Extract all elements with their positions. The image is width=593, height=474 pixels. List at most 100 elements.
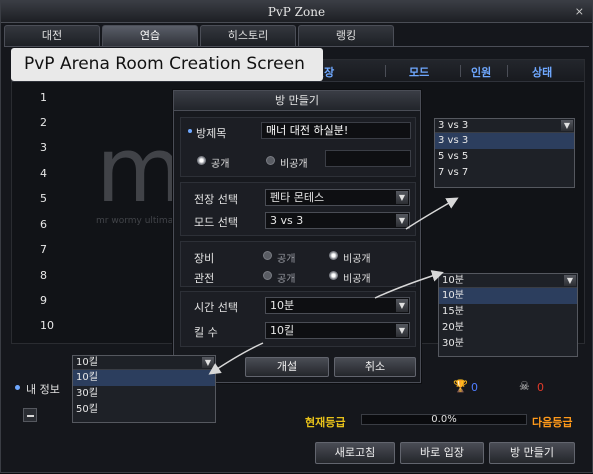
create-room-button[interactable]: 방 만들기 [489,442,575,464]
spect-private-radio[interactable] [329,271,338,280]
field-select-value: 펜타 몬테스 [270,191,325,204]
tab-battle[interactable]: 대전 [4,25,100,46]
kills-dropdown-selected: 10킬 [76,357,98,368]
spect-private-label: 비공개 [343,274,371,285]
row-number: 7 [40,243,47,256]
time-dropdown-selected: 10분 [442,275,464,286]
time-dropdown-head[interactable]: 10분 ▼ [439,274,577,288]
cancel-button[interactable]: 취소 [334,357,416,377]
dialog-title: 방 만들기 [174,91,420,111]
spect-public-radio[interactable] [263,271,272,280]
public-radio[interactable] [197,156,206,165]
equip-public-radio[interactable] [263,251,272,260]
trophy-icon: 🏆 [453,379,468,393]
time-select-value: 10분 [270,299,295,312]
time-option[interactable]: 30분 [439,336,577,352]
equip-private-label: 비공개 [343,254,371,265]
mode-select-value: 3 vs 3 [270,214,304,227]
window-titlebar: PvP Zone × [1,1,592,23]
mode-dropdown-head[interactable]: 3 vs 3 ▼ [435,119,574,133]
pvp-zone-window: PvP Zone × 대전 연습 히스토리 랭킹 전장 모드 인원 상태 1 2… [0,0,593,473]
mode-option[interactable]: 3 vs 3 [435,133,574,149]
kills-select-value: 10킬 [270,324,295,337]
close-icon[interactable]: × [575,1,584,23]
password-input[interactable] [325,150,411,167]
create-room-dialog: 방 만들기 방제목 매너 대전 하실분! 공개 비공개 전장 선택 펜타 몬테스… [173,90,421,383]
time-kills-section: 시간 선택 10분 ▼ 킬 수 10킬 ▼ [180,291,416,347]
tab-divider [4,46,589,47]
tab-history[interactable]: 히스토리 [200,25,296,46]
row-number: 1 [40,91,47,104]
bullet-icon [15,385,20,390]
chevron-down-icon: ▼ [564,275,576,286]
skull-icon: ☠ [519,379,530,393]
header-status[interactable]: 상태 [532,64,552,80]
bullet-icon [188,129,192,133]
room-title-section: 방제목 매너 대전 하실분! 공개 비공개 [180,117,416,177]
equip-private-radio[interactable] [329,251,338,260]
kills-option[interactable]: 30킬 [73,386,215,402]
room-title-input[interactable]: 매너 대전 하실분! [261,122,411,139]
my-info-label: 내 정보 [26,383,60,396]
equip-spectate-section: 장비 공개 비공개 관전 공개 비공개 [180,241,416,287]
chevron-down-icon: ▼ [396,299,408,312]
kills-label: 킬 수 [194,326,218,339]
next-grade-label: 다음등급 [532,416,573,429]
row-number: 10 [40,319,54,332]
time-option[interactable]: 15분 [439,304,577,320]
row-number: 8 [40,269,47,282]
mode-option[interactable]: 5 vs 5 [435,149,574,165]
mode-dropdown[interactable]: 3 vs 3 ▼ 3 vs 3 5 vs 5 7 vs 7 [434,118,575,188]
chevron-down-icon: ▼ [396,191,408,204]
mode-select[interactable]: 3 vs 3 ▼ [265,212,410,229]
spect-public-label: 공개 [277,274,296,285]
row-number: 5 [40,192,47,205]
screenshot-caption: PvP Arena Room Creation Screen [11,48,323,81]
header-players[interactable]: 인원 [471,64,491,80]
grade-progress-bar: 0.0% [361,414,527,425]
mode-option[interactable]: 7 vs 7 [435,165,574,181]
tab-ranking[interactable]: 랭킹 [298,25,394,46]
time-option[interactable]: 10분 [439,288,577,304]
window-title: PvP Zone [267,5,326,19]
chevron-down-icon: ▼ [561,120,573,131]
field-select[interactable]: 펜타 몬테스 ▼ [265,189,410,206]
time-option[interactable]: 20분 [439,320,577,336]
current-grade-label: 현재등급 [305,416,346,429]
spectate-label: 관전 [194,272,215,285]
row-number: 6 [40,218,47,231]
rank-emblem-icon [23,408,37,422]
time-select-label: 시간 선택 [194,301,238,314]
kills-dropdown-head[interactable]: 10킬 ▼ [73,356,215,370]
chevron-down-icon: ▼ [396,214,408,227]
header-divider [507,65,508,77]
create-button[interactable]: 개설 [245,357,329,377]
header-divider [385,65,386,77]
mode-dropdown-selected: 3 vs 3 [438,120,469,131]
chevron-down-icon: ▼ [396,324,408,337]
public-radio-label: 공개 [211,159,230,170]
mode-select-label: 모드 선택 [194,216,238,229]
header-mode[interactable]: 모드 [409,64,429,80]
kills-select[interactable]: 10킬 ▼ [265,322,410,339]
grade-progress-text: 0.0% [431,414,457,425]
private-radio[interactable] [266,156,275,165]
losses-count: 0 [537,381,544,394]
row-number: 2 [40,116,47,129]
kills-dropdown[interactable]: 10킬 ▼ 10킬 30킬 50킬 [72,355,216,423]
row-number: 3 [40,141,47,154]
field-select-label: 전장 선택 [194,193,238,206]
row-number: 4 [40,167,47,180]
tab-practice[interactable]: 연습 [102,25,198,46]
row-number: 9 [40,294,47,307]
chevron-down-icon: ▼ [202,357,214,368]
field-mode-section: 전장 선택 펜타 몬테스 ▼ 모드 선택 3 vs 3 ▼ [180,182,416,236]
private-radio-label: 비공개 [280,159,308,170]
refresh-button[interactable]: 새로고침 [315,442,395,464]
time-select[interactable]: 10분 ▼ [265,297,410,314]
kills-option[interactable]: 50킬 [73,402,215,418]
room-title-label: 방제목 [196,127,227,140]
time-dropdown[interactable]: 10분 ▼ 10분 15분 20분 30분 [438,273,578,357]
kills-option[interactable]: 10킬 [73,370,215,386]
quick-join-button[interactable]: 바로 입장 [400,442,484,464]
